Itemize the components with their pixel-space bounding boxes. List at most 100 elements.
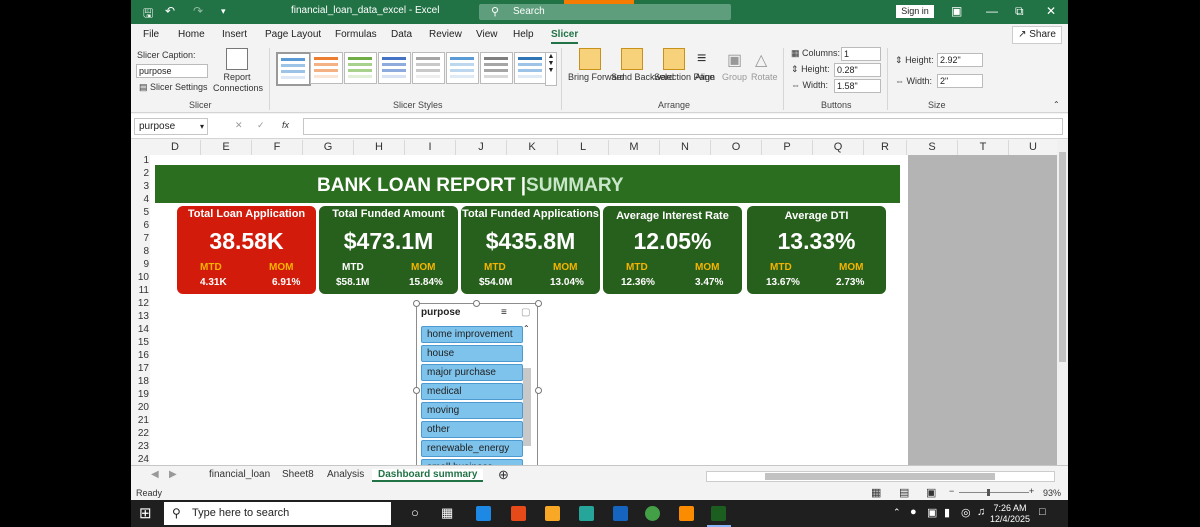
slicer-caption-field[interactable]: purpose — [136, 64, 208, 78]
worksheet[interactable]: BANK LOAN REPORT |SUMMARY Total Loan App… — [150, 155, 1057, 476]
row-header[interactable]: 20 — [131, 402, 149, 413]
row-header[interactable]: 14 — [131, 324, 149, 335]
tab-view[interactable]: View — [476, 29, 498, 40]
slicer-item[interactable]: house — [421, 345, 523, 362]
normal-view-icon[interactable]: ▦ — [871, 486, 881, 499]
windows-start-icon[interactable]: ⊞ — [139, 504, 152, 522]
enter-icon[interactable]: ✓ — [257, 120, 265, 131]
prev-sheet-icon[interactable]: ◀ — [151, 469, 159, 480]
sheet-tab-active[interactable]: Dashboard summary — [372, 469, 484, 482]
slicer-style-4[interactable] — [378, 52, 411, 84]
store-icon[interactable] — [579, 506, 594, 521]
file-explorer-icon[interactable] — [545, 506, 560, 521]
row-header[interactable]: 1 — [131, 155, 149, 166]
zoom-in-icon[interactable]: + — [1029, 486, 1034, 496]
slicer-item[interactable]: moving — [421, 402, 523, 419]
network-icon[interactable]: ◎ — [961, 506, 971, 519]
close-icon[interactable]: ✕ — [1046, 4, 1056, 18]
row-header[interactable]: 24 — [131, 454, 149, 465]
slicer-item[interactable]: other — [421, 421, 523, 438]
columns-field[interactable]: 1 — [841, 47, 881, 61]
slicer-style-5[interactable] — [412, 52, 445, 84]
tab-formulas[interactable]: Formulas — [335, 29, 377, 40]
share-button[interactable]: ↗ Share — [1012, 26, 1062, 44]
scroll-up-icon[interactable]: ⌃ — [523, 324, 530, 333]
collapse-ribbon-icon[interactable]: ⌃ — [1053, 100, 1060, 109]
task-view-icon[interactable]: ○ — [411, 505, 419, 520]
row-header[interactable]: 17 — [131, 363, 149, 374]
taskbar-search[interactable]: ⚲ Type here to search — [164, 502, 391, 525]
horizontal-scrollbar[interactable] — [706, 471, 1055, 482]
app-icon[interactable] — [613, 506, 628, 521]
redo-icon[interactable]: ↷ — [193, 4, 203, 18]
sheet-tab[interactable]: Analysis — [327, 469, 364, 480]
rotate-button[interactable]: Rotate — [751, 72, 778, 82]
widgets-icon[interactable]: ▦ — [441, 505, 453, 521]
sheet-tab[interactable]: Sheet8 — [282, 469, 314, 480]
col-header[interactable]: U — [1009, 140, 1058, 155]
add-sheet-icon[interactable]: ⊕ — [498, 467, 509, 483]
tab-data[interactable]: Data — [391, 29, 412, 40]
zoom-level[interactable]: 93% — [1043, 488, 1061, 498]
tab-home[interactable]: Home — [178, 29, 205, 40]
app-icon[interactable] — [679, 506, 694, 521]
col-header[interactable]: I — [405, 140, 456, 155]
col-header[interactable]: G — [303, 140, 354, 155]
col-header[interactable]: D — [150, 140, 201, 155]
size-width-field[interactable]: 2" — [937, 74, 983, 88]
notifications-icon[interactable]: □ — [1039, 506, 1046, 518]
tab-page-layout[interactable]: Page Layout — [265, 29, 321, 40]
report-connections-button[interactable]: Report Connections — [213, 72, 263, 94]
col-header[interactable]: H — [354, 140, 405, 155]
slicer-style-7[interactable] — [480, 52, 513, 84]
slicer-style-8[interactable] — [514, 52, 547, 84]
slicer-item[interactable]: home improvement — [421, 326, 523, 343]
chevron-down-icon[interactable]: ▾ — [200, 119, 204, 134]
sheet-tab[interactable]: financial_loan — [209, 469, 270, 480]
page-break-view-icon[interactable]: ▣ — [926, 486, 936, 499]
resize-handle[interactable] — [413, 387, 420, 394]
chrome-icon[interactable] — [645, 506, 660, 521]
microphone-icon[interactable]: ● — [910, 506, 917, 518]
col-header[interactable]: P — [762, 140, 813, 155]
tab-help[interactable]: Help — [513, 29, 534, 40]
slicer-settings-button[interactable]: ▤ Slicer Settings — [139, 82, 208, 93]
ribbon-display-icon[interactable]: ▣ — [951, 4, 962, 18]
chevron-up-icon[interactable]: ⌃ — [893, 507, 901, 518]
zoom-slider[interactable] — [959, 492, 1029, 493]
save-icon[interactable]: 🖫 — [143, 4, 153, 25]
tab-file[interactable]: File — [143, 29, 159, 40]
row-header[interactable]: 19 — [131, 389, 149, 400]
button-width-field[interactable]: 1.58" — [834, 79, 881, 93]
select-all[interactable] — [131, 140, 150, 155]
col-header[interactable]: R — [864, 140, 907, 155]
col-header[interactable]: L — [558, 140, 609, 155]
slicer-scroll-thumb[interactable] — [523, 368, 531, 446]
align-button[interactable]: Align — [695, 72, 715, 82]
row-header[interactable]: 22 — [131, 428, 149, 439]
row-header[interactable]: 21 — [131, 415, 149, 426]
row-header[interactable]: 16 — [131, 350, 149, 361]
horizontal-scroll-thumb[interactable] — [765, 473, 995, 480]
tab-slicer[interactable]: Slicer — [551, 29, 579, 44]
signin-button[interactable]: Sign in — [896, 5, 934, 18]
slicer-style-1[interactable] — [276, 52, 311, 86]
col-header[interactable]: N — [660, 140, 711, 155]
col-header[interactable]: K — [507, 140, 558, 155]
tab-review[interactable]: Review — [429, 29, 462, 40]
multi-select-icon[interactable]: ≡ — [501, 307, 507, 318]
row-header[interactable]: 6 — [131, 220, 149, 231]
slicer-item[interactable]: renewable_energy — [421, 440, 523, 457]
slicer-style-6[interactable] — [446, 52, 479, 84]
styles-scroll[interactable]: ▲ ▼ ▼ — [545, 52, 557, 86]
name-box[interactable]: purpose ▾ — [134, 118, 208, 135]
cancel-icon[interactable]: ✕ — [235, 120, 243, 131]
row-header[interactable]: 7 — [131, 233, 149, 244]
zoom-out-icon[interactable]: − — [949, 486, 954, 496]
tab-insert[interactable]: Insert — [222, 29, 247, 40]
col-header[interactable]: F — [252, 140, 303, 155]
col-header[interactable]: J — [456, 140, 507, 155]
next-sheet-icon[interactable]: ▶ — [169, 469, 177, 480]
col-header[interactable]: O — [711, 140, 762, 155]
row-header[interactable]: 4 — [131, 194, 149, 205]
